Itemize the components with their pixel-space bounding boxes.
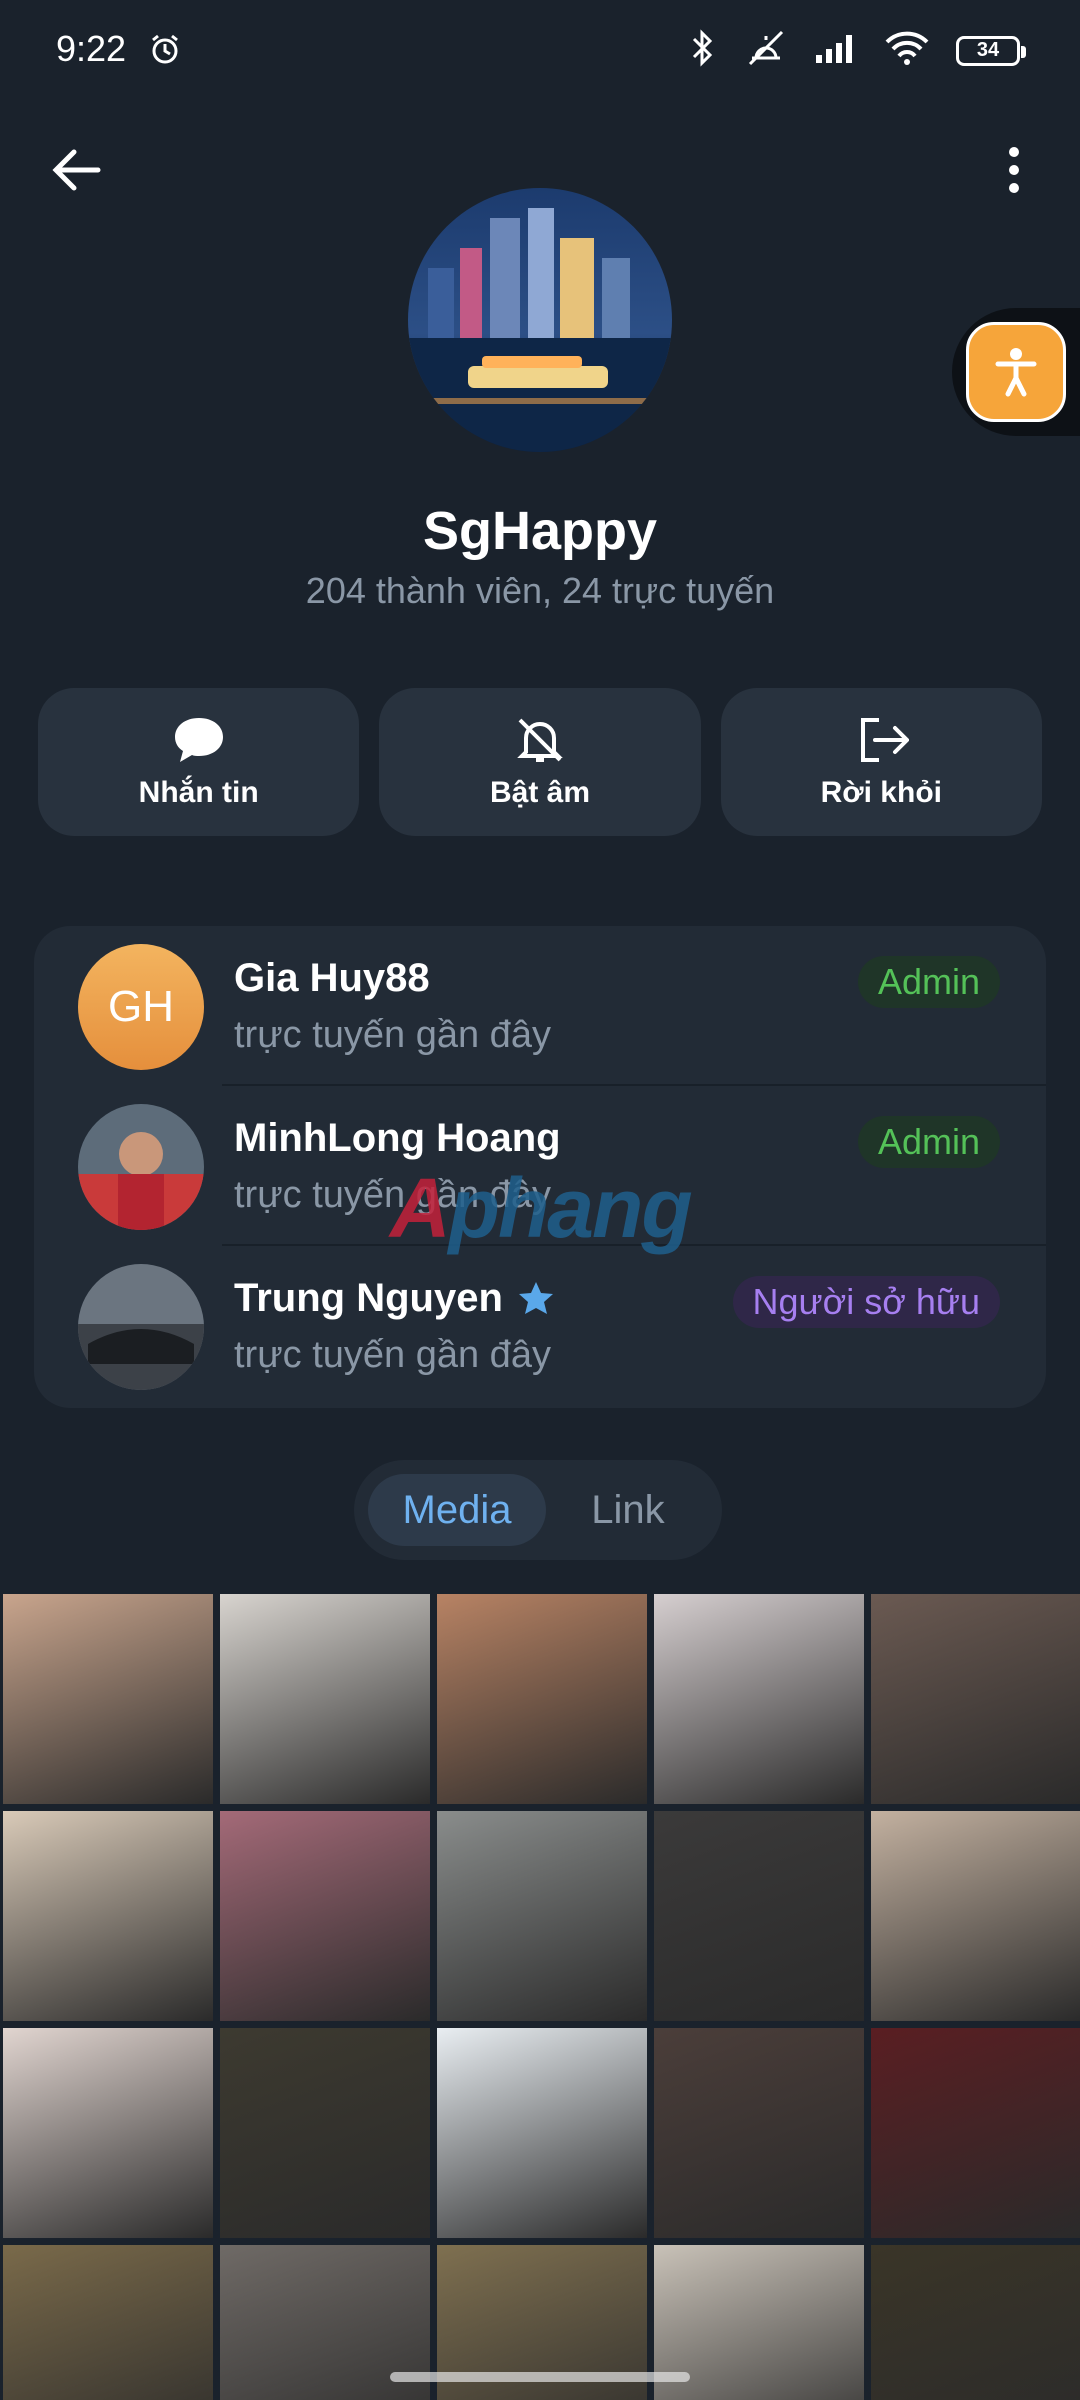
- bluetooth-icon: [688, 28, 718, 73]
- media-grid: [0, 1594, 1080, 2400]
- media-thumbnail[interactable]: [871, 1811, 1080, 2021]
- media-thumbnail[interactable]: [871, 1594, 1080, 1804]
- group-avatar[interactable]: [408, 188, 672, 452]
- city-night-image: [408, 188, 672, 452]
- group-title: SgHappy: [422, 501, 658, 561]
- role-badge: Người sở hữu: [732, 1276, 1000, 1328]
- avatar: [78, 1264, 204, 1390]
- back-button[interactable]: [48, 140, 108, 200]
- media-thumbnail[interactable]: [220, 1811, 430, 2021]
- media-thumbnail[interactable]: [871, 2028, 1080, 2238]
- media-link-tabs: Media Link: [354, 1460, 722, 1560]
- watermark-logo: Aphang: [390, 1161, 693, 1255]
- unmute-button-label: Bật âm: [489, 776, 591, 809]
- tab-link[interactable]: Link: [548, 1474, 708, 1546]
- role-badge: Admin: [857, 1116, 1000, 1168]
- media-thumbnail[interactable]: [437, 1594, 647, 1804]
- member-status: trực tuyến gần đây: [234, 1014, 551, 1056]
- leave-button[interactable]: Rời khỏi: [720, 688, 1042, 836]
- member-status: trực tuyến gần đây: [234, 1334, 551, 1376]
- member-row[interactable]: GH Gia Huy88 trực tuyến gần đây Admin: [34, 926, 1046, 1086]
- avatar-initials: GH: [78, 944, 204, 1070]
- signal-icon: [814, 31, 858, 70]
- action-bar: Nhắn tin Bật âm Rời khỏi: [38, 688, 1042, 836]
- member-row[interactable]: Trung Nguyen trực tuyến gần đây Người sở…: [34, 1246, 1046, 1406]
- member-name: MinhLong Hoang: [234, 1116, 561, 1160]
- member-name: Trung Nguyen: [234, 1276, 503, 1320]
- media-thumbnail[interactable]: [3, 2028, 213, 2238]
- status-bar: 9:22 34: [0, 0, 1080, 100]
- avatar: [78, 1104, 204, 1230]
- member-name: Gia Huy88: [234, 956, 430, 1000]
- media-thumbnail[interactable]: [3, 2245, 213, 2400]
- bell-muted-icon: [517, 718, 563, 762]
- media-thumbnail[interactable]: [871, 2245, 1080, 2400]
- media-thumbnail[interactable]: [220, 2028, 430, 2238]
- more-vertical-icon: [1009, 147, 1019, 193]
- avatar: GH: [78, 944, 204, 1070]
- star-icon: [518, 1281, 553, 1314]
- arrow-left-icon: [52, 149, 101, 191]
- media-thumbnail[interactable]: [654, 2028, 864, 2238]
- accessibility-button[interactable]: [966, 322, 1066, 422]
- role-badge: Admin: [857, 956, 1000, 1008]
- more-options-button[interactable]: [988, 140, 1040, 200]
- member-count: 204 thành viên, 24 trực tuyến: [305, 570, 775, 611]
- message-button[interactable]: Nhắn tin: [38, 688, 360, 836]
- alarm-icon: [148, 32, 182, 71]
- media-thumbnail[interactable]: [3, 1594, 213, 1804]
- media-thumbnail[interactable]: [437, 2028, 647, 2238]
- tab-media[interactable]: Media: [368, 1474, 546, 1546]
- media-thumbnail[interactable]: [3, 1811, 213, 2021]
- accessibility-icon: [995, 348, 1037, 397]
- unmute-button[interactable]: Bật âm: [379, 688, 701, 836]
- wifi-icon: [884, 30, 930, 71]
- leave-icon: [861, 718, 910, 762]
- home-indicator: [390, 2372, 690, 2382]
- status-time: 9:22: [56, 28, 127, 69]
- battery-indicator: 34: [956, 35, 1026, 66]
- accessibility-floating-tab[interactable]: [952, 308, 1080, 436]
- media-thumbnail[interactable]: [437, 1811, 647, 2021]
- media-thumbnail[interactable]: [654, 1594, 864, 1804]
- message-button-label: Nhắn tin: [138, 776, 259, 809]
- chat-bubble-icon: [174, 718, 223, 762]
- leave-button-label: Rời khỏi: [820, 776, 942, 809]
- media-thumbnail[interactable]: [654, 1811, 864, 2021]
- vibrate-off-icon: [744, 28, 788, 73]
- media-thumbnail[interactable]: [220, 1594, 430, 1804]
